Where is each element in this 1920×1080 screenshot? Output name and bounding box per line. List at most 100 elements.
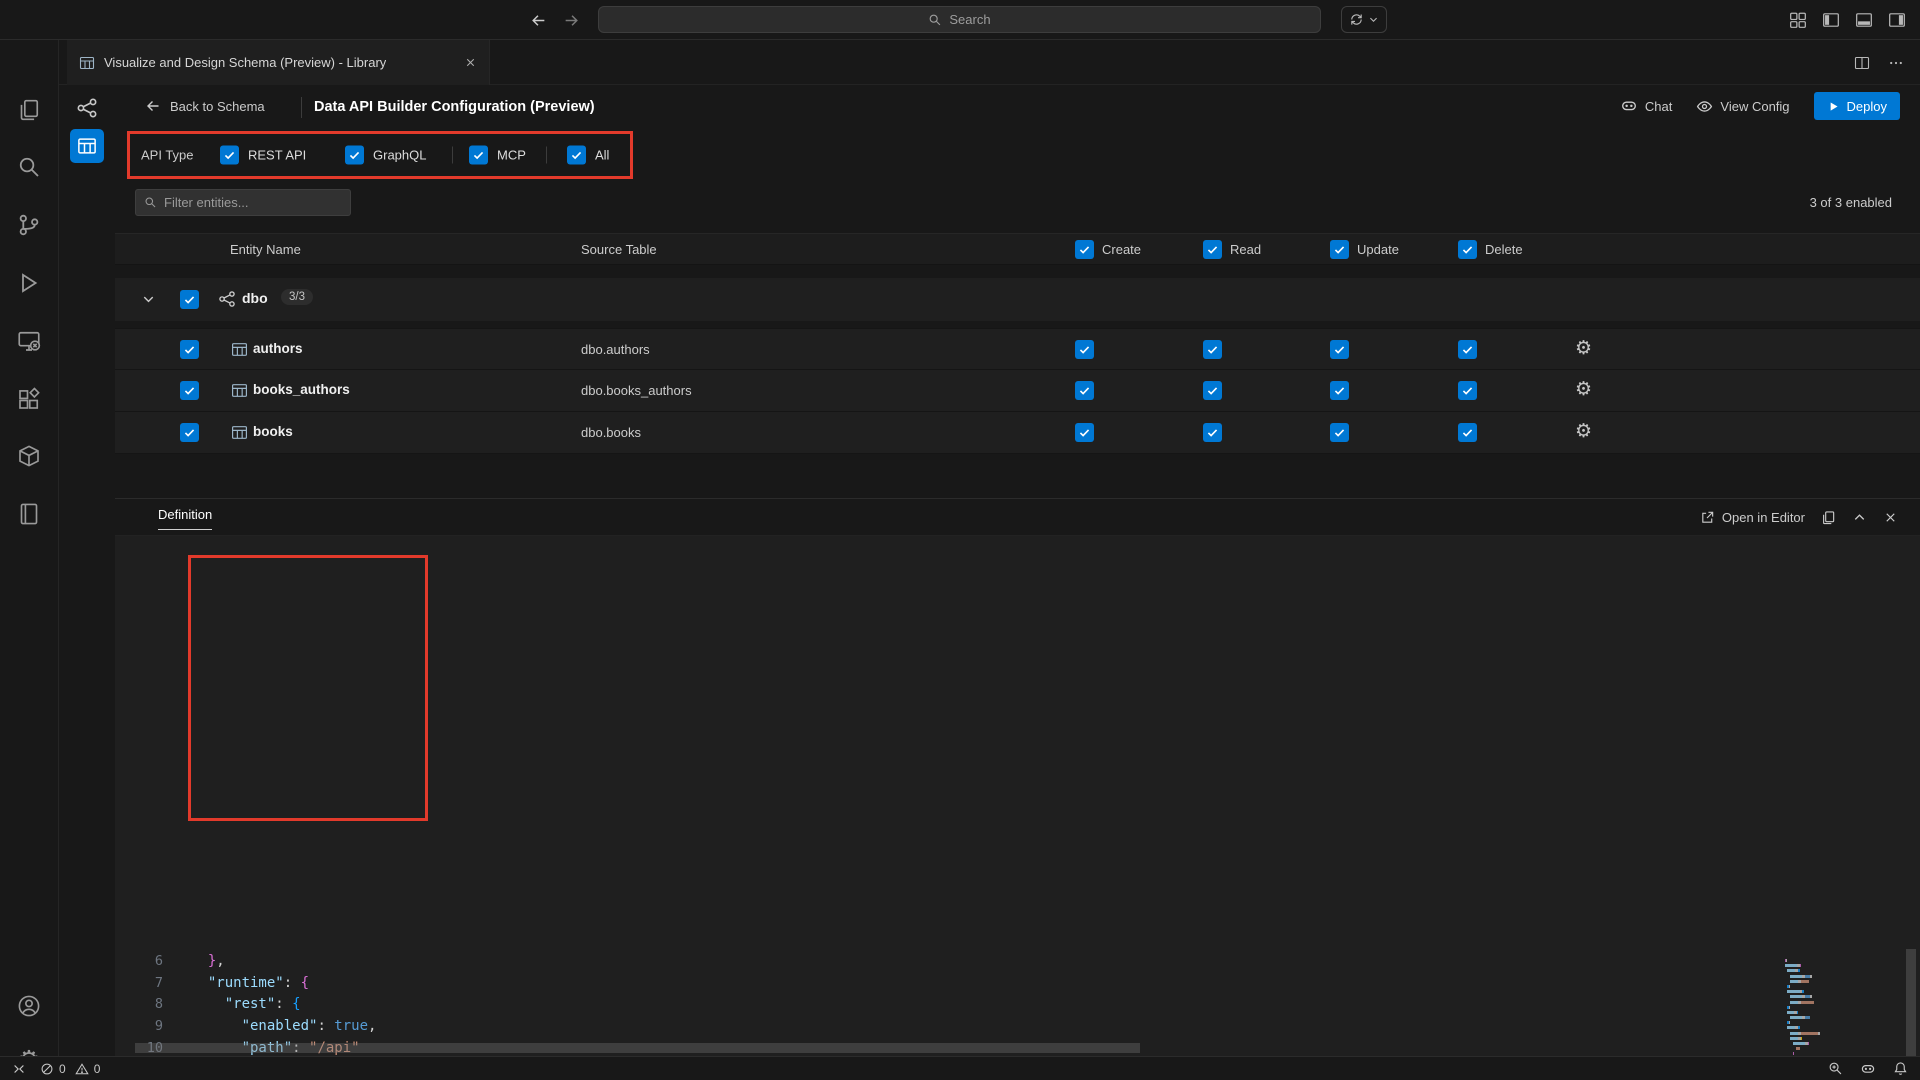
- definition-panel-header: Definition Open in Editor: [115, 499, 1920, 536]
- row-perm-checkbox-read[interactable]: [1203, 381, 1222, 400]
- row-settings-gear-icon[interactable]: ⚙: [1575, 422, 1592, 442]
- chat-button[interactable]: Chat: [1620, 97, 1672, 115]
- entities-rows: authorsdbo.authors⚙books_authorsdbo.book…: [115, 328, 1920, 454]
- close-panel-icon[interactable]: [1883, 510, 1898, 525]
- table-row[interactable]: authorsdbo.authors⚙: [115, 328, 1920, 370]
- minimap-line: [1782, 985, 1868, 988]
- toggle-panel-icon[interactable]: [1855, 11, 1873, 29]
- minimap[interactable]: [1782, 959, 1868, 1056]
- deploy-button[interactable]: Deploy: [1814, 92, 1900, 120]
- remote-explorer-icon[interactable]: [0, 329, 58, 353]
- separator: [452, 147, 453, 164]
- tab-visualize-schema[interactable]: Visualize and Design Schema (Preview) - …: [67, 40, 490, 85]
- definition-code-editor[interactable]: 6789101112131415161718192021222324252627…: [115, 949, 1920, 1056]
- remote-indicator[interactable]: [12, 1062, 26, 1076]
- status-bar: 0 0: [0, 1056, 1920, 1080]
- search-sidebar-icon[interactable]: [0, 155, 58, 179]
- perm-header-checkbox-delete[interactable]: [1458, 240, 1477, 259]
- api-option-label: All: [595, 148, 609, 163]
- bell-icon[interactable]: [1893, 1061, 1908, 1076]
- row-perm-checkbox-read[interactable]: [1203, 340, 1222, 359]
- table-row[interactable]: booksdbo.books⚙: [115, 412, 1920, 454]
- row-perm-checkbox-delete[interactable]: [1458, 381, 1477, 400]
- perm-header-checkbox-read[interactable]: [1203, 240, 1222, 259]
- extensions-icon[interactable]: [0, 387, 58, 411]
- row-perm-checkbox-update[interactable]: [1330, 423, 1349, 442]
- api-option-label: GraphQL: [373, 148, 426, 163]
- copilot-status-icon[interactable]: [1860, 1061, 1876, 1077]
- api-option-checkbox-mcp[interactable]: [469, 146, 488, 165]
- minimap-line: [1782, 1016, 1868, 1019]
- schema-visualize-icon[interactable]: [76, 97, 98, 119]
- api-option-checkbox-all[interactable]: [567, 146, 586, 165]
- row-perm-checkbox-create[interactable]: [1075, 381, 1094, 400]
- line-number: 6: [115, 951, 163, 973]
- row-perm-checkbox-delete[interactable]: [1458, 423, 1477, 442]
- check-icon: [1333, 426, 1346, 439]
- source-control-icon[interactable]: [0, 213, 58, 237]
- row-perm-checkbox-delete[interactable]: [1458, 340, 1477, 359]
- definition-tab[interactable]: Definition: [158, 507, 212, 530]
- row-perm-checkbox-update[interactable]: [1330, 340, 1349, 359]
- account-icon[interactable]: [0, 994, 58, 1018]
- row-perm-checkbox-create[interactable]: [1075, 423, 1094, 442]
- perm-header-checkbox-update[interactable]: [1330, 240, 1349, 259]
- api-option-checkbox-graphql[interactable]: [345, 146, 364, 165]
- copilot-chat-icon: [1620, 97, 1638, 115]
- row-perm-checkbox-create[interactable]: [1075, 340, 1094, 359]
- collapse-panel-icon[interactable]: [1852, 510, 1867, 525]
- open-in-editor-button[interactable]: Open in Editor: [1700, 510, 1805, 525]
- code-line: },: [191, 951, 427, 973]
- toggle-secondary-sidebar-icon[interactable]: [1888, 11, 1906, 29]
- api-option-checkbox-rest-api[interactable]: [220, 146, 239, 165]
- check-icon: [183, 343, 196, 356]
- back-to-schema-button[interactable]: Back to Schema: [145, 98, 265, 114]
- tab-close-icon[interactable]: [464, 56, 477, 69]
- perm-column-label: Create: [1102, 242, 1141, 257]
- view-config-button[interactable]: View Config: [1696, 98, 1789, 115]
- split-editor-icon[interactable]: [1854, 55, 1870, 71]
- run-debug-icon[interactable]: [0, 271, 58, 295]
- chevron-down-icon[interactable]: [141, 292, 156, 307]
- notebook-icon[interactable]: [0, 502, 58, 526]
- separator: [546, 147, 547, 164]
- minimap-line: [1782, 1011, 1868, 1014]
- perm-header-checkbox-create[interactable]: [1075, 240, 1094, 259]
- nav-forward-icon[interactable]: [563, 12, 580, 29]
- group-name: dbo: [242, 290, 268, 306]
- row-checkbox-books[interactable]: [180, 423, 199, 442]
- nav-back-icon[interactable]: [530, 12, 547, 29]
- sync-button[interactable]: [1341, 6, 1387, 33]
- designer-active-button[interactable]: [70, 129, 104, 163]
- error-count: 0: [59, 1062, 66, 1076]
- more-actions-icon[interactable]: [1888, 55, 1904, 71]
- command-center-search[interactable]: Search: [598, 6, 1321, 33]
- customize-layout-icon[interactable]: [1789, 11, 1807, 29]
- group-checkbox[interactable]: [180, 290, 199, 309]
- row-perm-checkbox-update[interactable]: [1330, 381, 1349, 400]
- check-icon: [1461, 384, 1474, 397]
- explorer-icon[interactable]: [0, 98, 58, 122]
- row-checkbox-authors[interactable]: [180, 340, 199, 359]
- minimap-line: [1782, 975, 1868, 978]
- enabled-summary: 3 of 3 enabled: [1810, 195, 1892, 210]
- schema-group-row[interactable]: dbo 3/3: [115, 278, 1920, 321]
- database-projects-icon[interactable]: [0, 444, 58, 468]
- row-settings-gear-icon[interactable]: ⚙: [1575, 380, 1592, 400]
- row-perm-checkbox-read[interactable]: [1203, 423, 1222, 442]
- zoom-icon[interactable]: [1828, 1061, 1843, 1076]
- perm-column-delete: Delete: [1458, 240, 1523, 259]
- deploy-label: Deploy: [1847, 99, 1887, 114]
- toggle-primary-sidebar-icon[interactable]: [1822, 11, 1840, 29]
- check-icon: [1078, 243, 1091, 256]
- table-row[interactable]: books_authorsdbo.books_authors⚙: [115, 370, 1920, 412]
- filter-entities-input[interactable]: Filter entities...: [135, 189, 351, 216]
- webview-tool-strip: [59, 85, 115, 1056]
- horizontal-scrollbar[interactable]: [135, 1043, 1140, 1053]
- vertical-scrollbar[interactable]: [1906, 949, 1916, 1056]
- copy-icon[interactable]: [1821, 510, 1836, 525]
- problems-indicator[interactable]: 0 0: [40, 1062, 100, 1076]
- row-checkbox-books_authors[interactable]: [180, 381, 199, 400]
- error-icon: [40, 1062, 54, 1076]
- row-settings-gear-icon[interactable]: ⚙: [1575, 339, 1592, 359]
